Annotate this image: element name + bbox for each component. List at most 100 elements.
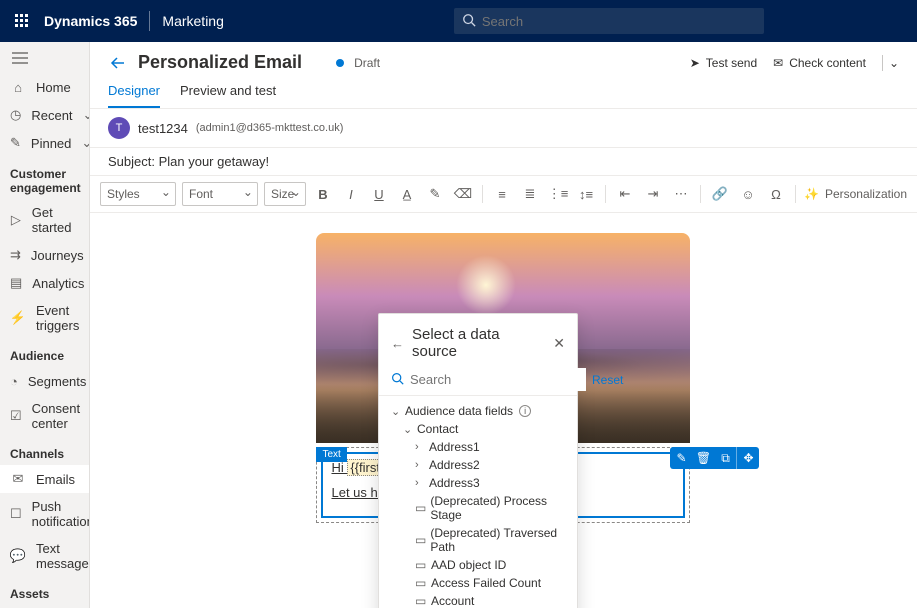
nav-consent[interactable]: ☑Consent center bbox=[0, 395, 89, 437]
nav-get-started[interactable]: ▷Get started bbox=[0, 199, 89, 241]
tab-designer[interactable]: Designer bbox=[108, 83, 160, 108]
bold-button[interactable]: B bbox=[312, 183, 334, 205]
canvas[interactable]: Text ✎ 🗑 ⧉ ✥ Hi {{firstname}}, Let us he… bbox=[90, 213, 917, 608]
duplicate-icon[interactable]: ⧉ bbox=[714, 447, 736, 469]
nav-analytics[interactable]: ▤Analytics bbox=[0, 269, 89, 297]
nav-text-messages[interactable]: 💬Text messages bbox=[0, 535, 89, 577]
numbered-list-button[interactable]: ≣ bbox=[519, 183, 541, 205]
subject-row[interactable]: Subject: Plan your getaway! bbox=[90, 148, 917, 176]
panel-search-input[interactable] bbox=[410, 368, 586, 391]
brand-label: Dynamics 365 bbox=[44, 13, 137, 29]
panel-back-icon[interactable]: ← bbox=[391, 336, 404, 351]
line-height-button[interactable]: ↕≡ bbox=[575, 183, 597, 205]
tree: ⌄Audience data fieldsi ⌄Contact ›Address… bbox=[379, 402, 577, 608]
nav-home[interactable]: ⌂Home bbox=[0, 73, 89, 101]
nav-collapse-button[interactable] bbox=[0, 46, 89, 73]
tree-audience[interactable]: ⌄Audience data fieldsi bbox=[383, 402, 573, 420]
highlight-button[interactable]: ✎ bbox=[424, 183, 446, 205]
tree-contact[interactable]: ⌄Contact bbox=[383, 420, 573, 438]
tree-address1[interactable]: ›Address1 bbox=[383, 438, 573, 456]
size-select[interactable]: Size bbox=[264, 182, 306, 206]
shield-icon: ☑ bbox=[10, 408, 22, 424]
move-icon[interactable]: ✥ bbox=[737, 447, 759, 469]
nav-push[interactable]: ☐Push notifications bbox=[0, 493, 89, 535]
chevron-down-icon: ⌄ bbox=[83, 107, 90, 123]
nav-event-triggers[interactable]: ⚡Event triggers bbox=[0, 297, 89, 339]
module-label[interactable]: Marketing bbox=[162, 13, 223, 29]
bullet-list-button[interactable]: ⋮≡ bbox=[547, 183, 569, 205]
more-button[interactable]: ⋯ bbox=[670, 183, 692, 205]
nav-pinned[interactable]: ✎Pinned⌄ bbox=[0, 129, 89, 157]
separator bbox=[795, 185, 796, 203]
sender-name: test1234 bbox=[138, 121, 188, 136]
app-launcher-icon[interactable] bbox=[6, 5, 38, 37]
styles-select[interactable]: Styles bbox=[100, 182, 176, 206]
panel-title: Select a data source bbox=[412, 326, 545, 360]
chevron-right-icon: › bbox=[415, 477, 425, 489]
bolt-icon: ⚡ bbox=[10, 310, 26, 326]
nav-emails[interactable]: ✉Emails bbox=[0, 465, 89, 493]
page-header: Personalized Email Draft ➤Test send ✉Che… bbox=[90, 42, 917, 73]
tab-preview[interactable]: Preview and test bbox=[180, 83, 276, 108]
reset-link[interactable]: Reset bbox=[592, 373, 623, 387]
tree-field[interactable]: ▭(Deprecated) Process Stage bbox=[383, 492, 573, 524]
clock-icon: ◷ bbox=[10, 107, 21, 123]
delete-icon[interactable]: 🗑 bbox=[692, 447, 714, 469]
check-content-button[interactable]: ✉Check content bbox=[773, 56, 866, 70]
nav-journeys[interactable]: ⇉Journeys bbox=[0, 241, 89, 269]
nav-group-engagement: Customer engagement bbox=[0, 157, 89, 199]
subject-label: Subject: bbox=[108, 154, 155, 169]
nav-segments[interactable]: ◔Segments bbox=[0, 367, 89, 395]
back-button[interactable] bbox=[108, 53, 128, 73]
chevron-right-icon: › bbox=[415, 441, 425, 453]
search-icon bbox=[391, 372, 404, 388]
clear-format-button[interactable]: ⌫ bbox=[452, 183, 474, 205]
field-icon: ▭ bbox=[415, 576, 427, 590]
tree-address3[interactable]: ›Address3 bbox=[383, 474, 573, 492]
search-icon bbox=[462, 13, 476, 30]
font-color-button[interactable]: A̲ bbox=[396, 183, 418, 205]
check-content-chevron[interactable]: ⌄ bbox=[882, 55, 899, 71]
close-icon[interactable]: ✕ bbox=[553, 335, 565, 352]
tree-field[interactable]: ▭(Deprecated) Traversed Path bbox=[383, 524, 573, 556]
indent-button[interactable]: ⇥ bbox=[642, 183, 664, 205]
nav-recent[interactable]: ◷Recent⌄ bbox=[0, 101, 89, 129]
chevron-down-icon: ⌄ bbox=[391, 405, 401, 418]
status-label: Draft bbox=[354, 56, 380, 70]
data-source-panel: ← Select a data source ✕ Reset ⌄Audience… bbox=[378, 313, 578, 608]
avatar: T bbox=[108, 117, 130, 139]
italic-button[interactable]: I bbox=[340, 183, 362, 205]
font-select[interactable]: Font bbox=[182, 182, 258, 206]
outdent-button[interactable]: ⇤ bbox=[614, 183, 636, 205]
edit-icon[interactable]: ✎ bbox=[670, 447, 692, 469]
topbar: Dynamics 365 Marketing bbox=[0, 0, 917, 42]
global-search-input[interactable] bbox=[482, 14, 756, 29]
symbol-button[interactable]: Ω bbox=[765, 183, 787, 205]
emoji-button[interactable]: ☺ bbox=[737, 183, 759, 205]
journey-icon: ⇉ bbox=[10, 247, 21, 263]
chevron-right-icon: › bbox=[415, 459, 425, 471]
tree-field[interactable]: ▭Access Failed Count bbox=[383, 574, 573, 592]
link-button[interactable]: 🔗 bbox=[709, 183, 731, 205]
field-icon: ▭ bbox=[415, 558, 427, 572]
main: Personalized Email Draft ➤Test send ✉Che… bbox=[90, 42, 917, 608]
chevron-down-icon: ⌄ bbox=[403, 423, 413, 436]
underline-button[interactable]: U bbox=[368, 183, 390, 205]
info-icon[interactable]: i bbox=[519, 405, 531, 417]
sender-email: (admin1@d365-mkttest.co.uk) bbox=[196, 122, 344, 134]
global-search[interactable] bbox=[454, 8, 764, 34]
align-button[interactable]: ≡ bbox=[491, 183, 513, 205]
test-send-button[interactable]: ➤Test send bbox=[690, 56, 757, 70]
separator bbox=[605, 185, 606, 203]
left-nav: ⌂Home ◷Recent⌄ ✎Pinned⌄ Customer engagem… bbox=[0, 42, 90, 608]
tree-field[interactable]: ▭AAD object ID bbox=[383, 556, 573, 574]
wand-icon: ✨ bbox=[804, 187, 819, 201]
tree-field[interactable]: ▭Account bbox=[383, 592, 573, 608]
chevron-down-icon: ⌄ bbox=[81, 135, 90, 151]
bell-icon: ☐ bbox=[10, 506, 22, 522]
pin-icon: ✎ bbox=[10, 135, 21, 151]
tabs: Designer Preview and test bbox=[90, 73, 917, 109]
segment-icon: ◔ bbox=[10, 373, 18, 389]
personalization-button[interactable]: ✨ Personalization bbox=[793, 185, 907, 203]
tree-address2[interactable]: ›Address2 bbox=[383, 456, 573, 474]
